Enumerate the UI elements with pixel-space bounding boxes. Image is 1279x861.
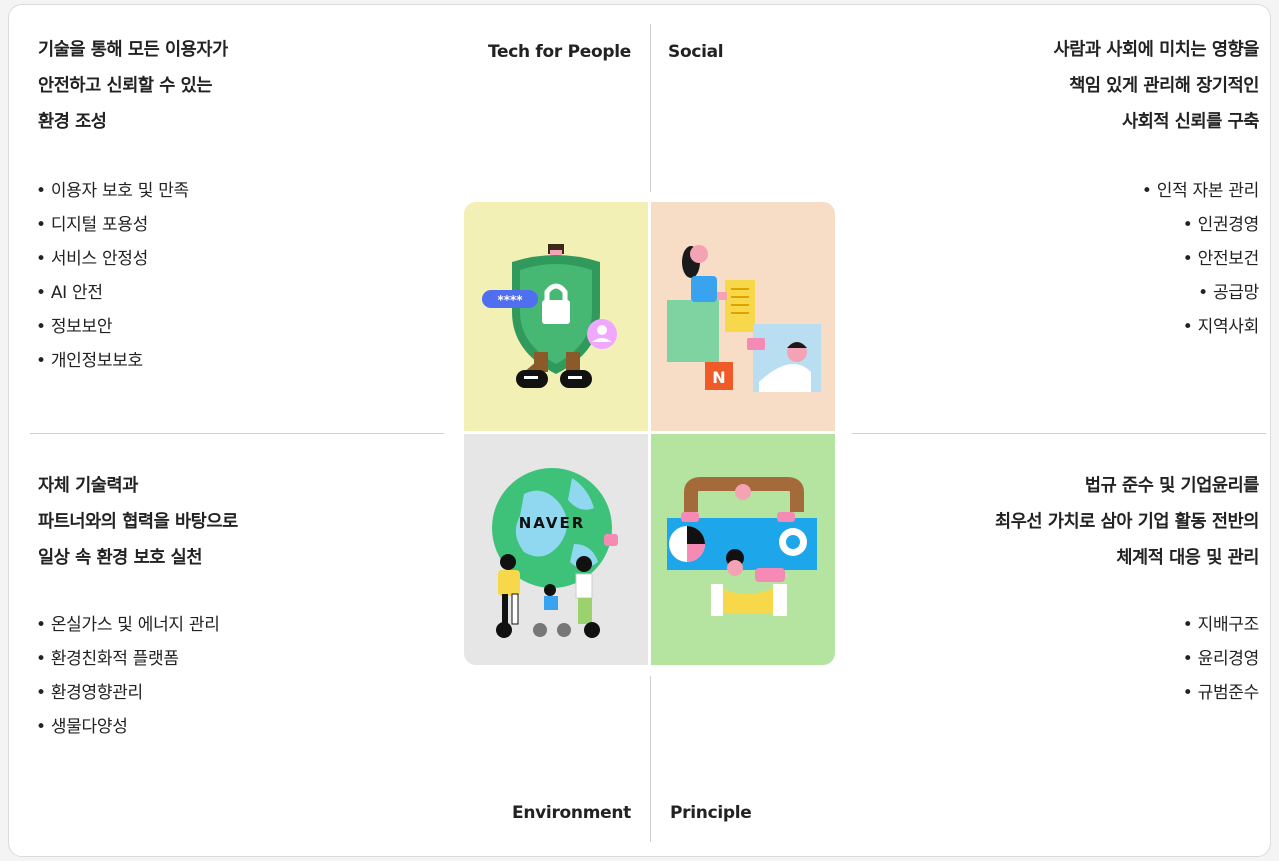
social-list: 인적 자본 관리 인권경영 안전보건 공급망 지역사회 — [1142, 174, 1260, 344]
people-documents-illustration: N — [667, 245, 821, 392]
tech-for-people-heading: 기술을 통해 모든 이용자가 안전하고 신뢰할 수 있는 환경 조성 — [38, 32, 228, 140]
label-tech-for-people: Tech for People — [487, 42, 631, 62]
divider-horizontal-right — [852, 433, 1266, 434]
list-item: 정보보안 — [36, 310, 189, 344]
list-item: 인권경영 — [1142, 208, 1260, 242]
globe-naver-text: NAVER — [519, 514, 586, 532]
heading-line: 체계적 대응 및 관리 — [1116, 548, 1259, 568]
principle-illustration — [651, 434, 835, 665]
environment-heading: 자체 기술력과 파트너와의 협력을 바탕으로 일상 속 환경 보호 실천 — [38, 468, 238, 576]
heading-line: 기술을 통해 모든 이용자가 — [38, 40, 228, 60]
list-item: 디지털 포용성 — [36, 208, 189, 242]
label-social: Social — [668, 42, 724, 62]
heading-line: 사람과 사회에 미치는 영향을 — [1053, 40, 1260, 60]
list-item: 생물다양성 — [36, 710, 220, 744]
heading-line: 법규 준수 및 기업윤리를 — [1084, 476, 1259, 496]
list-item: 환경영향관리 — [36, 676, 220, 710]
heading-line: 최우선 가치로 삼아 기업 활동 전반의 — [995, 512, 1259, 532]
password-text: **** — [497, 293, 523, 307]
tech-for-people-illustration: **** — [464, 202, 648, 431]
governance-illustration — [667, 477, 817, 616]
heading-line: 책임 있게 관리해 장기적인 — [1069, 76, 1259, 96]
divider-vertical-bottom — [650, 676, 651, 842]
social-illustration: N — [651, 202, 835, 431]
naver-logo-letter: N — [712, 368, 725, 387]
label-principle: Principle — [670, 803, 752, 823]
heading-line: 파트너와의 협력을 바탕으로 — [38, 512, 238, 532]
list-item: 인적 자본 관리 — [1142, 174, 1260, 208]
heading-line: 사회적 신뢰를 구축 — [1122, 112, 1259, 132]
list-item: 이용자 보호 및 만족 — [36, 174, 189, 208]
principle-heading: 법규 준수 및 기업윤리를 최우선 가치로 삼아 기업 활동 전반의 체계적 대… — [995, 468, 1259, 576]
list-item: 환경친화적 플랫폼 — [36, 642, 220, 676]
list-item: 온실가스 및 에너지 관리 — [36, 608, 220, 642]
label-environment: Environment — [512, 803, 631, 823]
heading-line: 안전하고 신뢰할 수 있는 — [38, 76, 213, 96]
tech-for-people-list: 이용자 보호 및 만족 디지털 포용성 서비스 안정성 AI 안전 정보보안 개… — [36, 174, 189, 378]
heading-line: 환경 조성 — [38, 112, 107, 132]
list-item: 개인정보보호 — [36, 344, 189, 378]
list-item: 지배구조 — [1183, 608, 1260, 642]
list-item: 서비스 안정성 — [36, 242, 189, 276]
globe-illustration: NAVER — [492, 468, 618, 638]
divider-vertical-top — [650, 24, 651, 192]
social-heading: 사람과 사회에 미치는 영향을 책임 있게 관리해 장기적인 사회적 신뢰를 구… — [1053, 32, 1260, 140]
list-item: 규범준수 — [1183, 676, 1260, 710]
shield-illustration: **** — [482, 244, 617, 388]
list-item: AI 안전 — [36, 276, 189, 310]
list-item: 윤리경영 — [1183, 642, 1260, 676]
list-item: 안전보건 — [1142, 242, 1260, 276]
environment-list: 온실가스 및 에너지 관리 환경친화적 플랫폼 환경영향관리 생물다양성 — [36, 608, 220, 744]
heading-line: 자체 기술력과 — [38, 476, 138, 496]
list-item: 공급망 — [1142, 276, 1259, 310]
list-item: 지역사회 — [1142, 310, 1260, 344]
principle-list: 지배구조 윤리경영 규범준수 — [1183, 608, 1260, 710]
environment-illustration: NAVER — [464, 434, 648, 665]
heading-line: 일상 속 환경 보호 실천 — [38, 548, 203, 568]
divider-horizontal-left — [30, 433, 444, 434]
